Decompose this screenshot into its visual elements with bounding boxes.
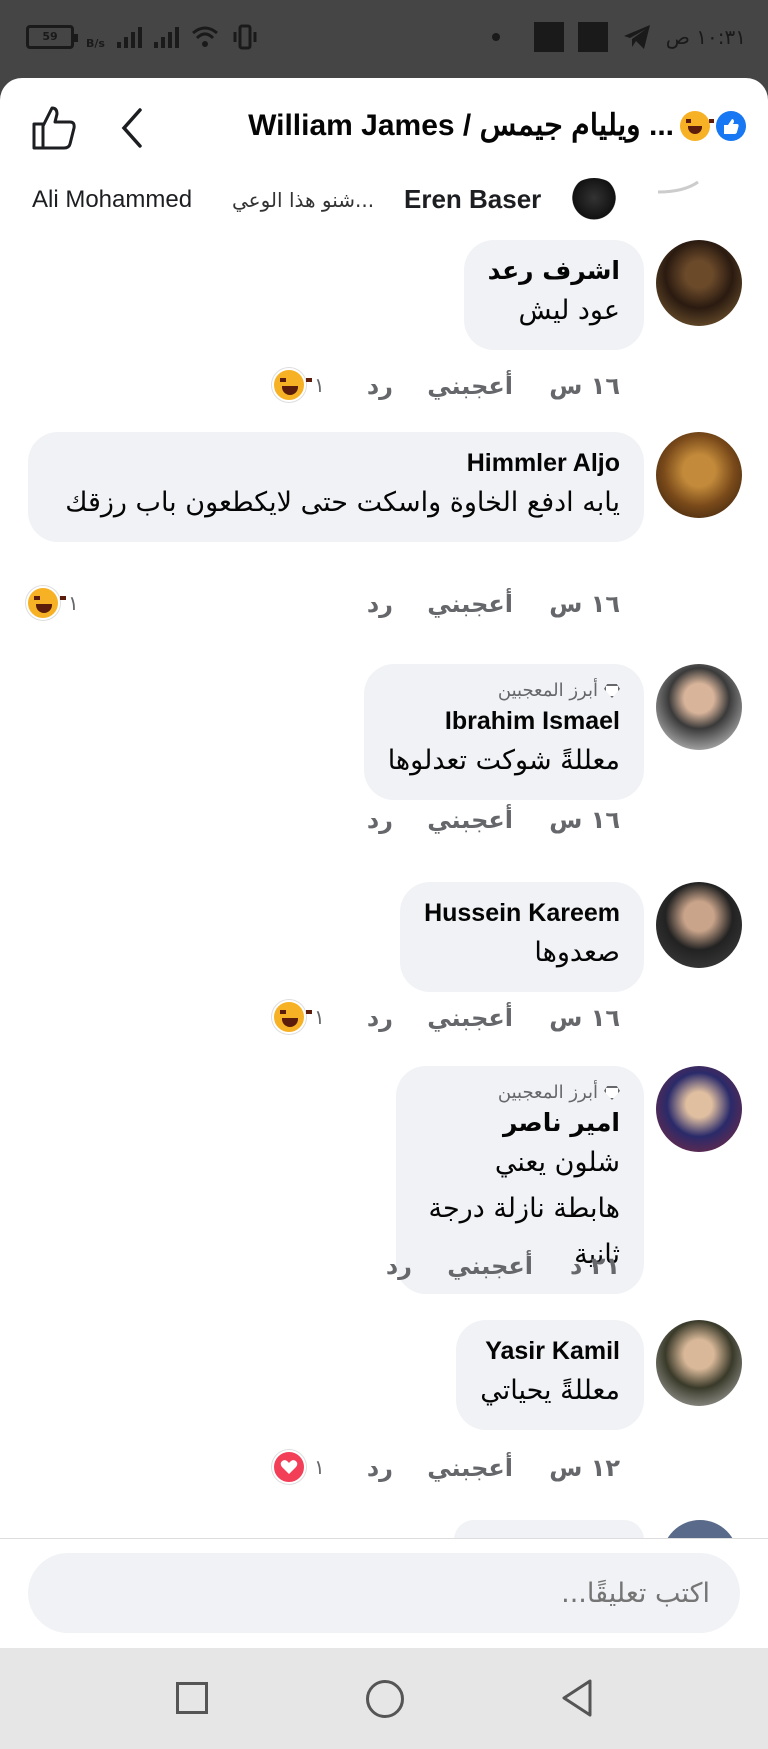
like-thumb-icon[interactable] xyxy=(30,104,78,152)
top-fan-label: أبرز المعجبين xyxy=(497,1082,598,1103)
comment-actions: ١٦ س أعجبني رد xyxy=(0,372,768,406)
comment-text: عود ليش xyxy=(518,295,620,326)
diamond-icon xyxy=(604,684,620,698)
reaction-count: ١ xyxy=(68,591,79,615)
comment-time: ١٦ س xyxy=(549,590,620,618)
status-right: ١٠:٣١ ص xyxy=(491,22,746,52)
reply-button[interactable]: رد xyxy=(367,1454,393,1482)
notification-dot-icon xyxy=(491,33,500,41)
comment-input[interactable] xyxy=(28,1553,740,1633)
comments-sheet: William James / ويليام جيمس ... Ali Moha… xyxy=(0,78,768,1648)
like-comment-button[interactable]: أعجبني xyxy=(427,1454,513,1482)
comment-actions: ٢١ د أعجبني رد xyxy=(0,1252,768,1286)
network-speed-unit: B/s xyxy=(86,36,105,50)
reactor-name-eren[interactable]: Eren Baser xyxy=(404,184,541,215)
reactors-row: Ali Mohammed شنو هذا الوعي... Eren Baser xyxy=(0,174,768,230)
like-badge-icon xyxy=(716,110,746,141)
comment-author[interactable]: Hussein Kareem xyxy=(424,896,620,930)
status-left: 59 B/s xyxy=(26,24,259,50)
comment-author[interactable]: امير ناصر xyxy=(420,1106,620,1140)
signal-icon xyxy=(116,26,142,48)
back-chevron-icon[interactable] xyxy=(116,106,148,150)
like-comment-button[interactable]: أعجبني xyxy=(427,372,513,400)
comment-text: معللةً شوكت تعدلوها xyxy=(387,745,620,776)
comment-time: ١٦ س xyxy=(549,806,620,834)
vibrate-icon xyxy=(233,24,257,50)
reaction-count: ١ xyxy=(314,1005,325,1029)
clock: ١٠:٣١ ص xyxy=(665,25,746,49)
post-title: William James / ويليام جيمس ... xyxy=(248,108,746,143)
reaction-summary[interactable]: ١ xyxy=(272,368,325,402)
notification-icon-2 xyxy=(577,22,608,52)
avatar[interactable] xyxy=(656,882,742,968)
comment-bubble[interactable]: أبرز المعجبين Ibrahim Ismael معللةً شوكت… xyxy=(363,664,644,800)
like-comment-button[interactable]: أعجبني xyxy=(427,806,513,834)
comment-time: ١٦ س xyxy=(549,372,620,400)
reply-button[interactable]: رد xyxy=(367,372,393,400)
comment-actions: ١٦ س أعجبني رد xyxy=(0,806,768,840)
comment-actions: ١٢ س أعجبني رد xyxy=(0,1454,768,1488)
battery-icon: 59 xyxy=(26,25,78,49)
comment-text: يابه ادفع الخاوة واسكت حتى لايكطعون باب … xyxy=(65,487,620,518)
reply-button[interactable]: رد xyxy=(386,1252,412,1280)
avatar[interactable] xyxy=(656,1320,742,1406)
diamond-icon xyxy=(604,1086,620,1100)
reaction-summary[interactable]: ١ xyxy=(272,1000,325,1034)
battery-level: 59 xyxy=(42,30,58,43)
haha-reaction-icon xyxy=(272,1000,312,1034)
reaction-summary[interactable]: ١ xyxy=(26,586,79,620)
comment-composer xyxy=(0,1538,768,1648)
comment-bubble[interactable]: اشرف رعد عود ليش xyxy=(463,240,644,350)
header: William James / ويليام جيمس ... xyxy=(0,78,768,178)
reaction-summary[interactable]: ١ xyxy=(272,1450,325,1484)
haha-emoji-icon xyxy=(680,110,714,141)
reply-button[interactable]: رد xyxy=(367,806,393,834)
home-circle-icon[interactable] xyxy=(366,1680,404,1718)
love-reaction-icon xyxy=(272,1450,306,1484)
recents-square-icon[interactable] xyxy=(176,1682,208,1714)
notification-icon-1 xyxy=(533,22,564,52)
wifi-icon xyxy=(191,26,218,47)
avatar[interactable] xyxy=(656,1066,742,1152)
comment-preview: شنو هذا الوعي... xyxy=(232,188,375,212)
comment-bubble[interactable]: Yasir Kamil معللةً يحياتي xyxy=(456,1320,644,1430)
reply-button[interactable]: رد xyxy=(367,590,393,618)
reaction-count: ١ xyxy=(314,373,325,397)
status-bar: 59 B/s ١٠:٣١ ص xyxy=(0,0,768,78)
haha-reaction-icon xyxy=(272,368,312,402)
post-title-text: William James / ويليام جيمس ... xyxy=(248,109,674,142)
like-comment-button[interactable]: أعجبني xyxy=(427,1004,513,1032)
avatar[interactable] xyxy=(656,432,742,518)
comment-author[interactable]: Himmler Aljo xyxy=(52,446,620,480)
top-fan-badge: أبرز المعجبين xyxy=(420,1080,620,1106)
avatar[interactable] xyxy=(656,664,742,750)
comment-time: ١٦ س xyxy=(549,1004,620,1032)
comment-bubble[interactable]: Himmler Aljo يابه ادفع الخاوة واسكت حتى … xyxy=(28,432,644,542)
comment-bubble[interactable]: Hussein Kareem صعدوها xyxy=(400,882,644,992)
comment-text: صعدوها xyxy=(534,937,620,968)
avatar[interactable] xyxy=(656,240,742,326)
top-fan-badge: أبرز المعجبين xyxy=(388,678,620,704)
like-comment-button[interactable]: أعجبني xyxy=(427,590,513,618)
comment-actions: ١٦ س أعجبني رد xyxy=(0,1004,768,1038)
like-comment-button[interactable]: أعجبني xyxy=(447,1252,533,1280)
reactor-name-ali[interactable]: Ali Mohammed xyxy=(32,186,192,214)
comment-author[interactable]: اشرف رعد xyxy=(488,254,620,288)
haha-reaction-icon xyxy=(26,586,66,620)
telegram-icon xyxy=(623,25,650,49)
comment-author[interactable]: Yasir Kamil xyxy=(480,1334,620,1368)
comment-author[interactable]: Ibrahim Ismael xyxy=(388,704,620,738)
reply-button[interactable]: رد xyxy=(367,1004,393,1032)
comment-text: معللةً يحياتي xyxy=(480,1375,620,1406)
system-nav-bar xyxy=(0,1648,768,1749)
comment-time: ٢١ د xyxy=(570,1252,620,1280)
comment-time: ١٢ س xyxy=(549,1454,620,1482)
dash-icon xyxy=(657,180,699,194)
top-fan-label: أبرز المعجبين xyxy=(497,680,598,701)
signal-icon-2 xyxy=(153,26,179,48)
reaction-count: ١ xyxy=(314,1455,325,1479)
avatar[interactable] xyxy=(568,178,620,222)
comment-actions: ١٦ س أعجبني رد xyxy=(0,590,768,624)
back-triangle-icon[interactable] xyxy=(560,1678,594,1718)
